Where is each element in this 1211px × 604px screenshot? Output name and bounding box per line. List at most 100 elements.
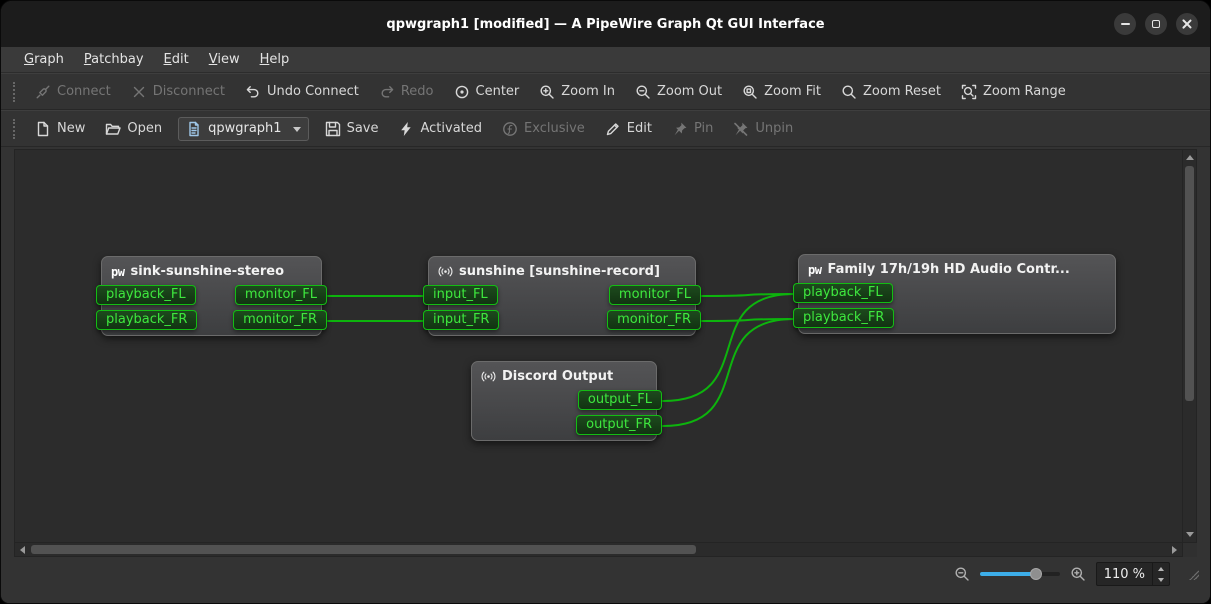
edit-icon bbox=[605, 121, 621, 137]
vertical-scroll-thumb[interactable] bbox=[1185, 166, 1194, 401]
activated-toggle[interactable]: Activated bbox=[389, 116, 491, 142]
zoom-reset-icon bbox=[841, 84, 857, 100]
zoom-out-icon bbox=[635, 84, 651, 100]
port-playback-fr[interactable]: playback_FR bbox=[793, 308, 894, 328]
monitor-icon bbox=[481, 369, 496, 384]
toolbar-file: NewOpen qpwgraph1 SaveActivatedExclusiveEd… bbox=[1, 110, 1210, 147]
menu-edit[interactable]: Edit bbox=[155, 49, 198, 70]
zoom-out-button[interactable]: Zoom Out bbox=[626, 79, 731, 105]
toolbar-handle[interactable] bbox=[13, 82, 15, 102]
port-playback-fl[interactable]: playback_FL bbox=[96, 285, 196, 305]
minimize-button[interactable] bbox=[1114, 13, 1136, 35]
graph-canvas[interactable]: pwsink-sunshine-stereoplayback_FLmonitor… bbox=[14, 149, 1183, 543]
zoom-fit-button[interactable]: Zoom Fit bbox=[733, 79, 830, 105]
combo-value: qpwgraph1 bbox=[208, 121, 281, 136]
port-output-fr[interactable]: output_FR bbox=[576, 415, 662, 435]
menu-patchbay[interactable]: Patchbay bbox=[75, 49, 153, 70]
monitor-icon bbox=[438, 264, 453, 279]
pin-icon bbox=[672, 121, 688, 137]
zoom-slider-handle[interactable] bbox=[1030, 568, 1042, 580]
unpin-button[interactable]: Unpin bbox=[724, 116, 802, 142]
close-button[interactable] bbox=[1176, 13, 1198, 35]
pin-button[interactable]: Pin bbox=[663, 116, 722, 142]
patchbay-profile-combo[interactable]: qpwgraph1 bbox=[178, 117, 308, 141]
port-monitor-fl[interactable]: monitor_FL bbox=[609, 285, 701, 305]
close-icon bbox=[1182, 19, 1192, 29]
undo-connect-button[interactable]: Undo Connect bbox=[236, 79, 368, 105]
app-window: qpwgraph1 [modified] — A PipeWire Graph … bbox=[0, 0, 1211, 604]
center-icon bbox=[454, 84, 470, 100]
redo-button[interactable]: Redo bbox=[370, 79, 443, 105]
graph-node-discord[interactable]: Discord Outputoutput_FLoutput_FR bbox=[471, 361, 657, 441]
port-playback-fl[interactable]: playback_FL bbox=[793, 283, 893, 303]
center-button[interactable]: Center bbox=[445, 79, 529, 105]
graph-node-family[interactable]: pwFamily 17h/19h HD Audio Contr...playba… bbox=[798, 254, 1116, 334]
resize-grip[interactable] bbox=[1186, 567, 1200, 581]
zoom-in-button[interactable]: Zoom In bbox=[530, 79, 624, 105]
graph-node-sunshine[interactable]: sunshine [sunshine-record]input_FLmonito… bbox=[428, 256, 696, 336]
connections-layer bbox=[15, 150, 1182, 542]
save-icon bbox=[325, 121, 341, 137]
port-output-fl[interactable]: output_FL bbox=[578, 390, 662, 410]
menu-help[interactable]: Help bbox=[251, 49, 299, 70]
scroll-right-icon[interactable] bbox=[1172, 546, 1177, 554]
horizontal-scroll-thumb[interactable] bbox=[31, 545, 696, 554]
spin-arrows bbox=[1152, 563, 1169, 585]
connect-icon bbox=[35, 84, 51, 100]
scroll-left-icon[interactable] bbox=[20, 546, 25, 554]
graph-node-sink[interactable]: pwsink-sunshine-stereoplayback_FLmonitor… bbox=[101, 256, 322, 336]
zoom-range-button[interactable]: Zoom Range bbox=[952, 79, 1075, 105]
port-monitor-fr[interactable]: monitor_FR bbox=[233, 310, 327, 330]
port-monitor-fr[interactable]: monitor_FR bbox=[607, 310, 701, 330]
maximize-button[interactable] bbox=[1145, 13, 1167, 35]
new-icon bbox=[35, 121, 51, 137]
zoom-spinbox[interactable]: 110 % bbox=[1096, 562, 1170, 586]
titlebar[interactable]: qpwgraph1 [modified] — A PipeWire Graph … bbox=[1, 1, 1210, 47]
toolbar-handle[interactable] bbox=[13, 119, 15, 139]
node-title: sunshine [sunshine-record] bbox=[459, 264, 660, 279]
toolbar-main: ConnectDisconnectUndo ConnectRedoCenterZ… bbox=[1, 73, 1210, 110]
scroll-down-icon[interactable] bbox=[1186, 532, 1194, 537]
save-button[interactable]: Save bbox=[316, 116, 388, 142]
window-bottom-edge bbox=[1, 591, 1210, 603]
canvas-frame: pwsink-sunshine-stereoplayback_FLmonitor… bbox=[1, 147, 1210, 557]
new-button[interactable]: New bbox=[26, 116, 94, 142]
vertical-scrollbar[interactable] bbox=[1183, 149, 1197, 543]
zoom-fit-icon bbox=[742, 84, 758, 100]
connect-button[interactable]: Connect bbox=[26, 79, 120, 105]
maximize-icon bbox=[1152, 20, 1160, 28]
pipewire-icon: pw bbox=[808, 263, 821, 277]
zoom-slider-fill bbox=[980, 572, 1036, 576]
zoom-in-icon bbox=[1070, 566, 1086, 582]
chevron-down-icon bbox=[293, 127, 301, 136]
port-monitor-fl[interactable]: monitor_FL bbox=[235, 285, 327, 305]
minimize-icon bbox=[1121, 23, 1130, 25]
node-title: sink-sunshine-stereo bbox=[130, 264, 284, 279]
port-input-fl[interactable]: input_FL bbox=[423, 285, 498, 305]
zoom-out-icon bbox=[954, 566, 970, 582]
edit-button[interactable]: Edit bbox=[596, 116, 661, 142]
zoom-value[interactable]: 110 % bbox=[1097, 563, 1152, 585]
port-playback-fr[interactable]: playback_FR bbox=[96, 310, 197, 330]
menu-view[interactable]: View bbox=[200, 49, 249, 70]
chevron-up-icon bbox=[1158, 567, 1164, 571]
scroll-up-icon[interactable] bbox=[1186, 155, 1194, 160]
spin-up-button[interactable] bbox=[1153, 563, 1169, 574]
activated-icon bbox=[398, 121, 414, 137]
menubar: GraphPatchbayEditViewHelp bbox=[1, 47, 1210, 73]
port-input-fr[interactable]: input_FR bbox=[423, 310, 499, 330]
zoom-slider[interactable] bbox=[980, 566, 1060, 582]
undo-icon bbox=[245, 84, 261, 100]
open-button[interactable]: Open bbox=[96, 116, 171, 142]
node-title: Family 17h/19h HD Audio Contr... bbox=[827, 262, 1069, 277]
unpin-icon bbox=[733, 121, 749, 137]
scrollbar-corner bbox=[1183, 543, 1197, 557]
disconnect-button[interactable]: Disconnect bbox=[122, 79, 234, 105]
exclusive-icon bbox=[502, 121, 518, 137]
open-icon bbox=[105, 121, 121, 137]
zoom-reset-button[interactable]: Zoom Reset bbox=[832, 79, 950, 105]
horizontal-scrollbar[interactable] bbox=[14, 543, 1183, 557]
exclusive-toggle[interactable]: Exclusive bbox=[493, 116, 594, 142]
menu-graph[interactable]: Graph bbox=[15, 49, 73, 70]
spin-down-button[interactable] bbox=[1153, 574, 1169, 585]
